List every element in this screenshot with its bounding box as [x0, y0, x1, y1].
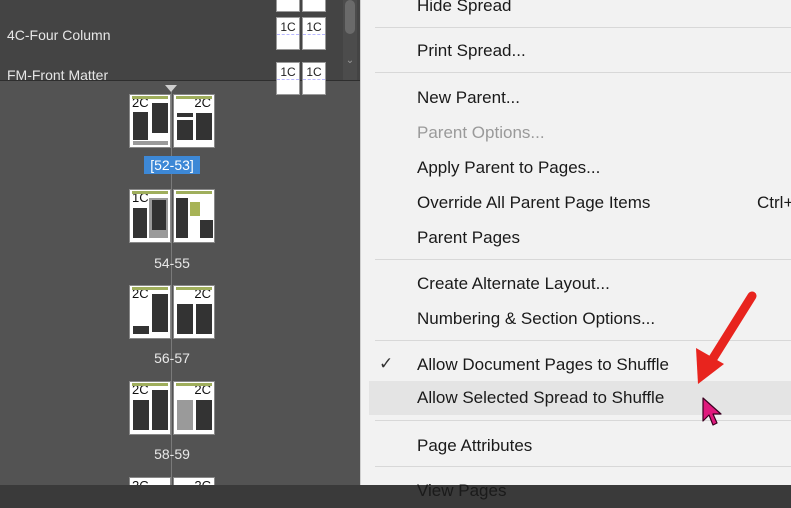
spread-thumbnail-56-57[interactable]: 2C 2C	[129, 285, 215, 339]
menu-item-parent-options: Parent Options...	[417, 123, 545, 142]
mouse-cursor-icon	[702, 397, 722, 426]
menu-item-apply-parent[interactable]: Apply Parent to Pages...	[361, 151, 791, 185]
page-thumbnail-right[interactable]: 2C	[173, 285, 215, 339]
parent-thumbnail-right[interactable]: 1C	[302, 17, 326, 50]
spread-number-label[interactable]: 56-57	[129, 350, 215, 366]
scrollbar-thumb[interactable]	[345, 0, 355, 34]
menu-item-hide-spread[interactable]: Hide Spread	[361, 0, 791, 23]
spread-number-label[interactable]: 54-55	[129, 255, 215, 271]
menu-separator	[375, 27, 791, 28]
menu-separator	[375, 72, 791, 73]
parent-thumbnail-left[interactable]: 1C	[276, 62, 300, 95]
scroll-down-chevron-icon[interactable]: ⌄	[345, 55, 355, 67]
page-thumbnail-left[interactable]: 2C	[129, 285, 171, 339]
parent-row-4c[interactable]: 4C-Four Column 1C 1C	[0, 17, 340, 57]
menu-item-page-attributes[interactable]: Page Attributes	[361, 429, 791, 463]
parent-thumbnail-right[interactable]: 1C	[302, 62, 326, 95]
parent-name: 4C-Four Column	[7, 27, 111, 43]
menu-separator	[375, 466, 791, 467]
parent-thumbnail-left[interactable]: 1C	[276, 17, 300, 50]
menu-separator	[375, 420, 791, 421]
page-thumbnail-right[interactable]	[173, 189, 215, 243]
menu-separator	[375, 259, 791, 260]
shortcut-label: Ctrl+	[757, 193, 791, 212]
menu-item-print-spread[interactable]: Print Spread...	[361, 34, 791, 68]
spread-number-label[interactable]: 58-59	[129, 446, 215, 462]
annotation-arrow-icon	[696, 291, 757, 384]
page-thumbnail-right[interactable]: 2C	[173, 94, 215, 148]
spread-thumbnail[interactable]: 2C 2C	[129, 477, 215, 485]
menu-item-new-parent[interactable]: New Parent...	[361, 81, 791, 115]
pages-panel: 4C-Four Column 1C 1C FM-Front Matter 1C …	[0, 0, 360, 485]
parent-thumbnail-right[interactable]	[302, 0, 326, 12]
insertion-marker-icon	[165, 85, 177, 92]
parent-row-fm[interactable]: FM-Front Matter 1C 1C	[0, 59, 340, 99]
parents-scrollbar[interactable]: ⌄	[343, 0, 357, 80]
page-thumbnail-left[interactable]: 2C	[129, 477, 171, 485]
menu-item-override-parent-items[interactable]: Override All Parent Page Items Ctrl+	[361, 186, 791, 220]
page-thumbnail-left[interactable]: 2C	[129, 94, 171, 148]
checkmark-icon: ✓	[379, 354, 394, 373]
spread-thumbnail-52-53[interactable]: 2C 2C	[129, 94, 215, 148]
page-thumbnail-right[interactable]: 2C	[173, 381, 215, 435]
spread-thumbnail-58-59[interactable]: 2C 2C	[129, 381, 215, 435]
context-menu: Hide Spread Print Spread... New Parent..…	[360, 0, 791, 500]
menu-item-parent-pages[interactable]: Parent Pages	[361, 221, 791, 255]
parent-prefix-label: 2C	[131, 479, 150, 485]
parent-name: FM-Front Matter	[7, 67, 109, 83]
parents-section: 4C-Four Column 1C 1C FM-Front Matter 1C …	[0, 0, 360, 95]
page-thumbnail-right[interactable]: 2C	[173, 477, 215, 485]
menu-item-view-pages[interactable]: View Pages	[361, 474, 791, 508]
spread-number-label[interactable]: [52-53]	[129, 156, 215, 174]
parent-prefix-label: 2C	[193, 479, 212, 485]
spread-thumbnail-54-55[interactable]: 1C	[129, 189, 215, 243]
parent-thumbnail-left[interactable]	[276, 0, 300, 12]
page-thumbnail-left[interactable]: 2C	[129, 381, 171, 435]
page-thumbnail-left[interactable]: 1C	[129, 189, 171, 243]
